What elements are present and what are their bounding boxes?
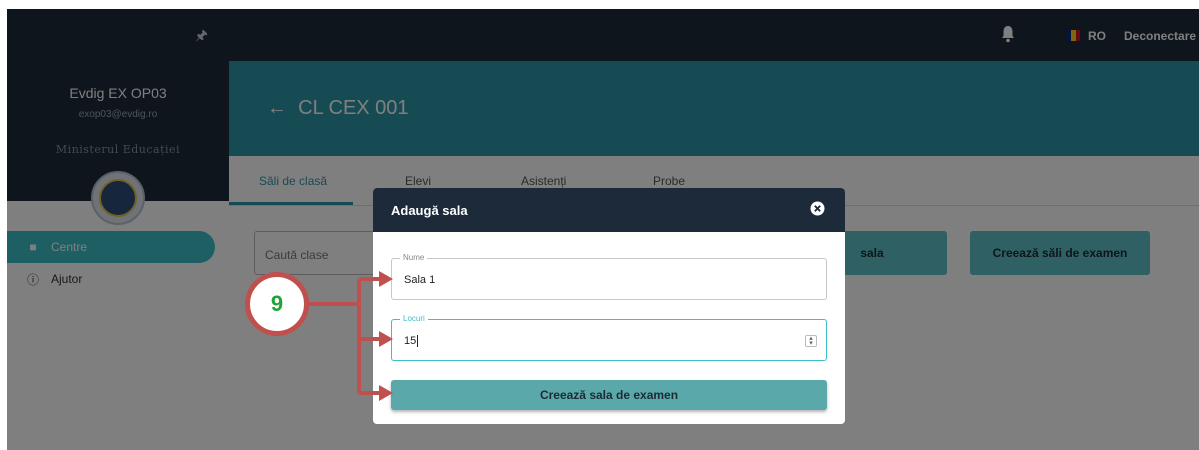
step-number-badge: 9: [245, 272, 309, 336]
create-exam-room-button[interactable]: Creează sala de examen: [391, 380, 827, 410]
name-field-value: Sala 1: [404, 274, 436, 286]
app-window: 🖈︎ RO Deconectare Evdig EX OP03 exop03@e…: [7, 9, 1199, 450]
name-field[interactable]: Nume Sala 1: [391, 253, 827, 300]
seats-field-value: 15: [404, 335, 419, 348]
name-field-label: Nume: [400, 253, 428, 262]
dialog-header: Adaugă sala: [373, 188, 845, 232]
close-icon[interactable]: [810, 201, 825, 216]
add-room-dialog: Adaugă sala Nume Sala 1 Locuri 15 ▴ ▾ Cre…: [373, 188, 845, 424]
seats-field[interactable]: Locuri 15 ▴ ▾: [391, 314, 827, 361]
dialog-title: Adaugă sala: [391, 203, 468, 218]
number-stepper[interactable]: ▴ ▾: [805, 335, 817, 347]
seats-field-label: Locuri: [400, 314, 428, 323]
